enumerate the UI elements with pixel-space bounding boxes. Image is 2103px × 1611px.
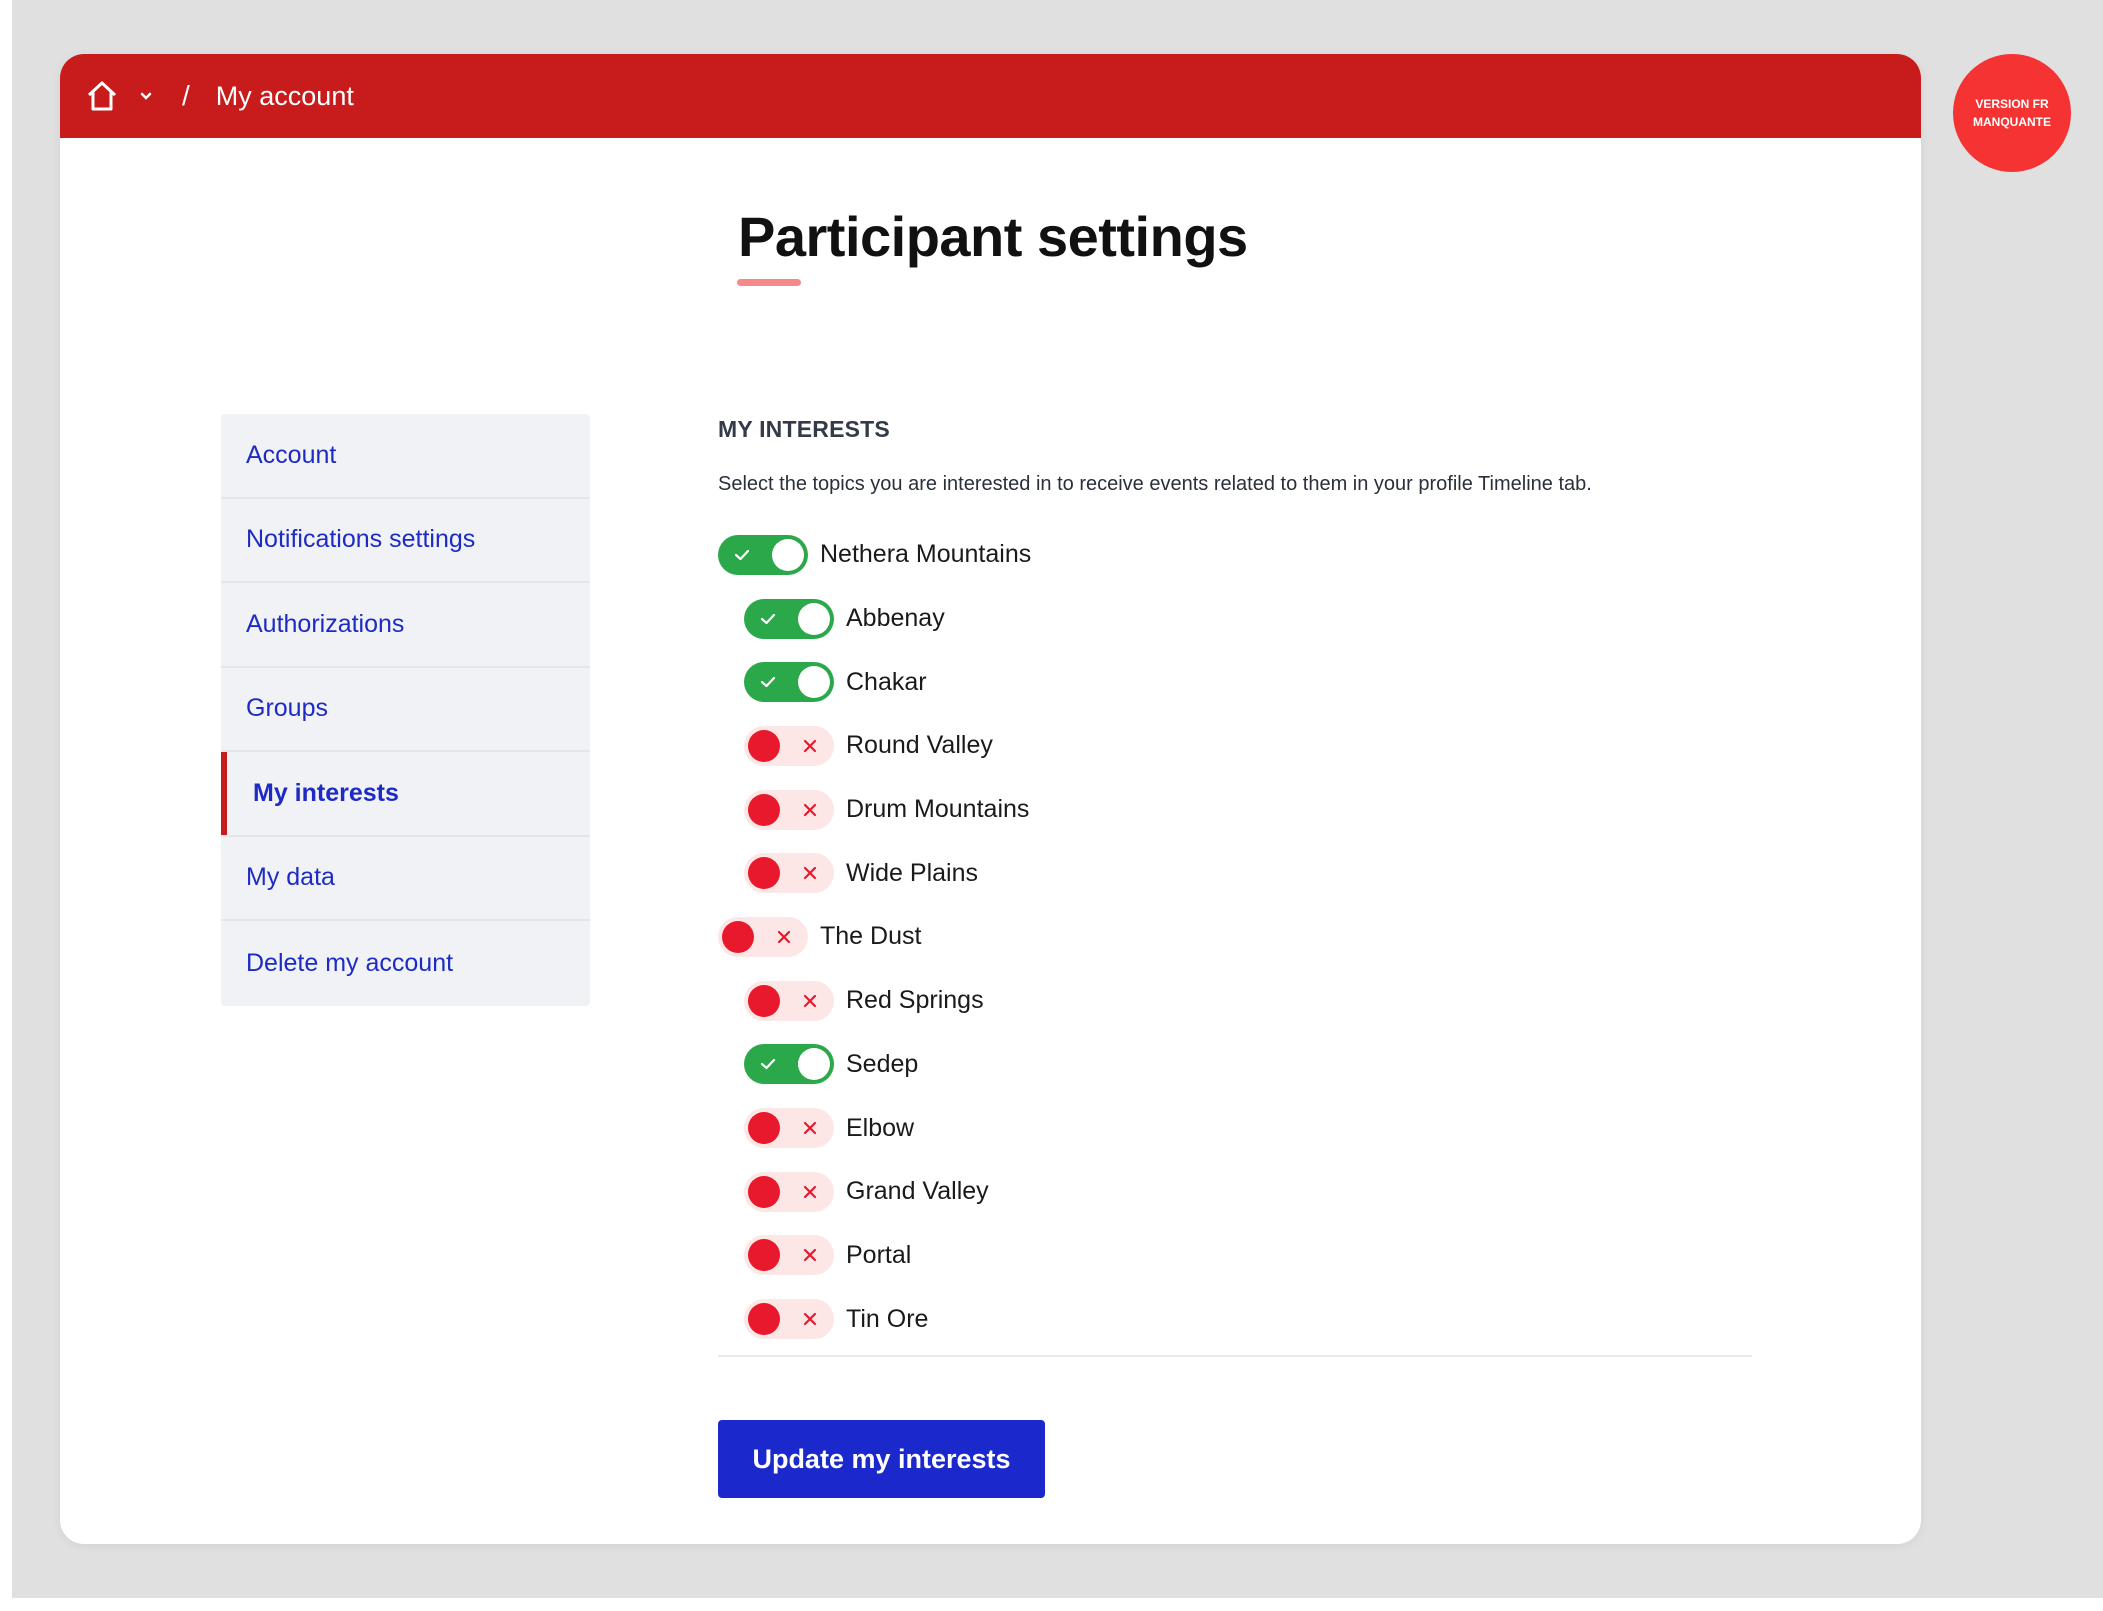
interest-label[interactable]: Tin Ore	[846, 1305, 928, 1334]
form-divider	[718, 1355, 1752, 1357]
interest-label[interactable]: The Dust	[820, 922, 921, 951]
interest-row: Red Springs	[718, 969, 1758, 1033]
interest-toggle[interactable]	[744, 1299, 834, 1340]
interest-label[interactable]: Chakar	[846, 668, 927, 697]
toggle-knob	[748, 1112, 780, 1145]
page-title: Participant settings	[738, 205, 1248, 268]
interest-row: Abbenay	[718, 587, 1758, 651]
breadcrumb-separator: /	[182, 80, 190, 111]
breadcrumb-current[interactable]: My account	[216, 81, 354, 112]
interest-toggle[interactable]	[718, 916, 808, 957]
badge-line-1: VERSION FR	[1975, 97, 2049, 111]
close-icon	[800, 991, 820, 1011]
interest-toggle[interactable]	[744, 1108, 834, 1149]
toggle-knob	[748, 984, 780, 1017]
check-icon	[732, 545, 752, 565]
interest-toggle[interactable]	[744, 598, 834, 639]
update-interests-button[interactable]: Update my interests	[718, 1420, 1045, 1498]
interest-label[interactable]: Nethera Mountains	[820, 540, 1031, 569]
sidebar-item-my-interests[interactable]: My interests	[221, 752, 590, 837]
toggle-knob	[748, 1175, 780, 1208]
interest-toggle[interactable]	[744, 725, 834, 766]
close-icon	[774, 927, 794, 947]
interest-label[interactable]: Grand Valley	[846, 1177, 989, 1206]
sidebar-item-delete-account[interactable]: Delete my account	[221, 921, 590, 1006]
interest-row: Nethera Mountains	[718, 523, 1758, 587]
interest-row: Chakar	[718, 650, 1758, 714]
interest-label[interactable]: Round Valley	[846, 731, 993, 760]
interest-label[interactable]: Portal	[846, 1241, 911, 1270]
toggle-knob	[748, 1239, 780, 1272]
toggle-knob	[748, 729, 780, 762]
interest-row: Drum Mountains	[718, 778, 1758, 842]
interest-toggle[interactable]	[744, 1171, 834, 1212]
interest-label[interactable]: Drum Mountains	[846, 795, 1029, 824]
sidebar-item-my-data[interactable]: My data	[221, 837, 590, 921]
interest-label[interactable]: Red Springs	[846, 986, 984, 1015]
settings-sidebar: Account Notifications settings Authoriza…	[221, 414, 590, 1006]
top-bar: / My account	[60, 54, 1921, 138]
title-underline	[737, 279, 801, 286]
chevron-down-icon[interactable]	[136, 86, 156, 106]
toggle-knob	[798, 666, 830, 699]
check-icon	[758, 672, 778, 692]
toggle-knob	[722, 920, 754, 953]
close-icon	[800, 1182, 820, 1202]
interest-label[interactable]: Sedep	[846, 1050, 918, 1079]
toggle-knob	[748, 793, 780, 826]
interest-label[interactable]: Wide Plains	[846, 859, 978, 888]
section-description: Select the topics you are interested in …	[718, 473, 1592, 495]
interest-row: The Dust	[718, 905, 1758, 969]
interest-toggle[interactable]	[718, 534, 808, 575]
interest-row: Round Valley	[718, 714, 1758, 778]
interest-toggle[interactable]	[744, 1044, 834, 1085]
section-title: MY INTERESTS	[718, 416, 890, 442]
interests-list: Nethera Mountains Abbenay Chakar Round Vall…	[718, 523, 1758, 1351]
sidebar-item-groups[interactable]: Groups	[221, 668, 590, 752]
check-icon	[758, 609, 778, 629]
interest-toggle[interactable]	[744, 980, 834, 1021]
missing-translation-badge: VERSION FR MANQUANTE	[1953, 54, 2071, 172]
interest-label[interactable]: Abbenay	[846, 604, 945, 633]
sidebar-item-authorizations[interactable]: Authorizations	[221, 583, 590, 668]
sidebar-item-notifications[interactable]: Notifications settings	[221, 499, 590, 583]
interest-toggle[interactable]	[744, 662, 834, 703]
close-icon	[800, 1118, 820, 1138]
interest-toggle[interactable]	[744, 789, 834, 830]
close-icon	[800, 863, 820, 883]
interest-row: Grand Valley	[718, 1160, 1758, 1224]
toggle-knob	[798, 1048, 830, 1081]
toggle-knob	[748, 857, 780, 890]
interest-label[interactable]: Elbow	[846, 1114, 914, 1143]
badge-line-2: MANQUANTE	[1973, 115, 2051, 129]
sidebar-item-account[interactable]: Account	[221, 414, 590, 499]
interest-row: Wide Plains	[718, 841, 1758, 905]
check-icon	[758, 1054, 778, 1074]
toggle-knob	[772, 538, 804, 571]
interest-row: Sedep	[718, 1033, 1758, 1097]
close-icon	[800, 1309, 820, 1329]
close-icon	[800, 800, 820, 820]
close-icon	[800, 736, 820, 756]
interest-toggle[interactable]	[744, 1235, 834, 1276]
interest-row: Elbow	[718, 1096, 1758, 1160]
interest-row: Tin Ore	[718, 1287, 1758, 1351]
toggle-knob	[748, 1303, 780, 1336]
home-icon[interactable]	[82, 76, 122, 116]
close-icon	[800, 1245, 820, 1265]
interest-row: Portal	[718, 1224, 1758, 1288]
toggle-knob	[798, 602, 830, 635]
settings-card: / My account Participant settings Accoun…	[60, 54, 1921, 1544]
interest-toggle[interactable]	[744, 853, 834, 894]
